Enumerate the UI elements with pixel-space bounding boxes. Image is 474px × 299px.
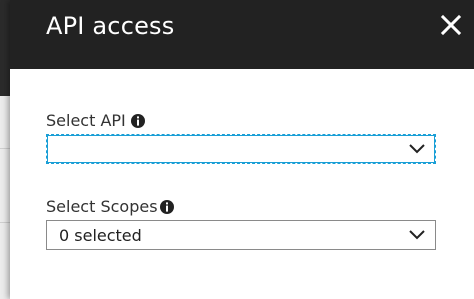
select-api-dropdown[interactable] bbox=[46, 134, 436, 164]
chevron-down-icon bbox=[409, 230, 425, 240]
close-button[interactable] bbox=[438, 12, 464, 38]
close-icon bbox=[440, 14, 462, 36]
info-icon[interactable] bbox=[160, 200, 174, 214]
info-icon[interactable] bbox=[131, 114, 145, 128]
select-api-label: Select API bbox=[46, 111, 126, 130]
api-access-blade: API access Select API Select Scopes 0 se… bbox=[10, 0, 474, 299]
select-scopes-dropdown[interactable]: 0 selected bbox=[46, 220, 436, 250]
select-scopes-label: Select Scopes bbox=[46, 197, 158, 216]
blade-title: API access bbox=[46, 12, 175, 40]
select-scopes-value: 0 selected bbox=[59, 226, 142, 245]
blade-header: API access bbox=[10, 0, 474, 69]
chevron-down-icon bbox=[409, 144, 425, 154]
